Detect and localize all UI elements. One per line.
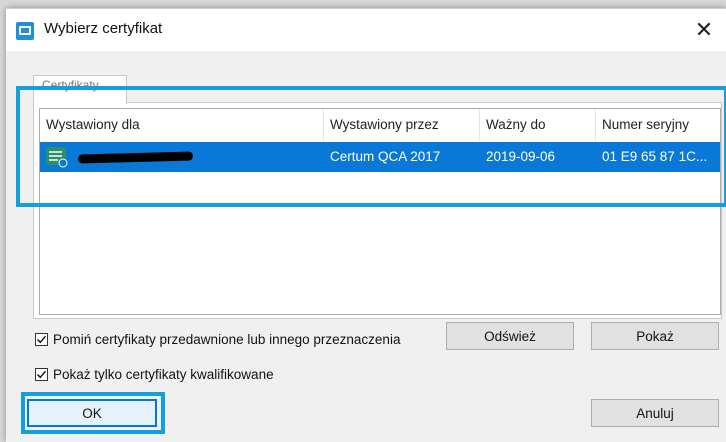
certificate-dialog: Wybierz certyfikat ✕ Certyfikaty Wystawi…: [6, 8, 726, 442]
title-bar: Wybierz certyfikat ✕: [6, 9, 726, 51]
refresh-button[interactable]: Odśwież: [446, 322, 574, 350]
tab-panel: Wystawiony dla Wystawiony przez Ważny do…: [33, 102, 722, 319]
close-button[interactable]: ✕: [682, 9, 726, 51]
skip-expired-option[interactable]: Pomiń certyfikaty przedawnione lub inneg…: [35, 332, 400, 347]
skip-expired-checkbox[interactable]: [35, 333, 48, 346]
ok-button[interactable]: OK: [27, 399, 157, 427]
table-row[interactable]: Certum QCA 2017 2019-09-06 01 E9 65 87 1…: [40, 142, 720, 172]
cancel-button[interactable]: Anuluj: [591, 399, 719, 427]
app-icon: [16, 22, 34, 40]
column-header-issued-to[interactable]: Wystawiony dla: [40, 109, 324, 141]
cell-issued-by: Certum QCA 2017: [330, 149, 441, 164]
cell-valid-to: 2019-09-06: [486, 149, 556, 164]
tab-label: Certyfikaty: [42, 78, 99, 92]
qualified-only-label: Pokaż tylko certyfikaty kwalifikowane: [53, 367, 274, 382]
dialog-title: Wybierz certyfikat: [44, 20, 163, 37]
skip-expired-label: Pomiń certyfikaty przedawnione lub inneg…: [53, 332, 401, 347]
column-header-serial[interactable]: Numer seryjny: [596, 109, 720, 141]
certificate-icon: [46, 147, 68, 168]
column-header-issued-by[interactable]: Wystawiony przez: [324, 109, 480, 141]
list-header: Wystawiony dla Wystawiony przez Ważny do…: [40, 109, 720, 141]
qualified-only-checkbox[interactable]: [35, 368, 48, 381]
checkmark-icon: [37, 370, 47, 379]
qualified-only-option[interactable]: Pokaż tylko certyfikaty kwalifikowane: [35, 367, 274, 382]
cell-serial: 01 E9 65 87 1C...: [602, 149, 708, 164]
tab-certificates[interactable]: Certyfikaty: [33, 75, 127, 104]
checkmark-icon: [37, 335, 47, 344]
close-icon: ✕: [694, 17, 714, 42]
show-button[interactable]: Pokaż: [591, 322, 719, 350]
certificate-list[interactable]: Wystawiony dla Wystawiony przez Ważny do…: [39, 108, 721, 315]
column-header-valid-to[interactable]: Ważny do: [480, 109, 596, 141]
